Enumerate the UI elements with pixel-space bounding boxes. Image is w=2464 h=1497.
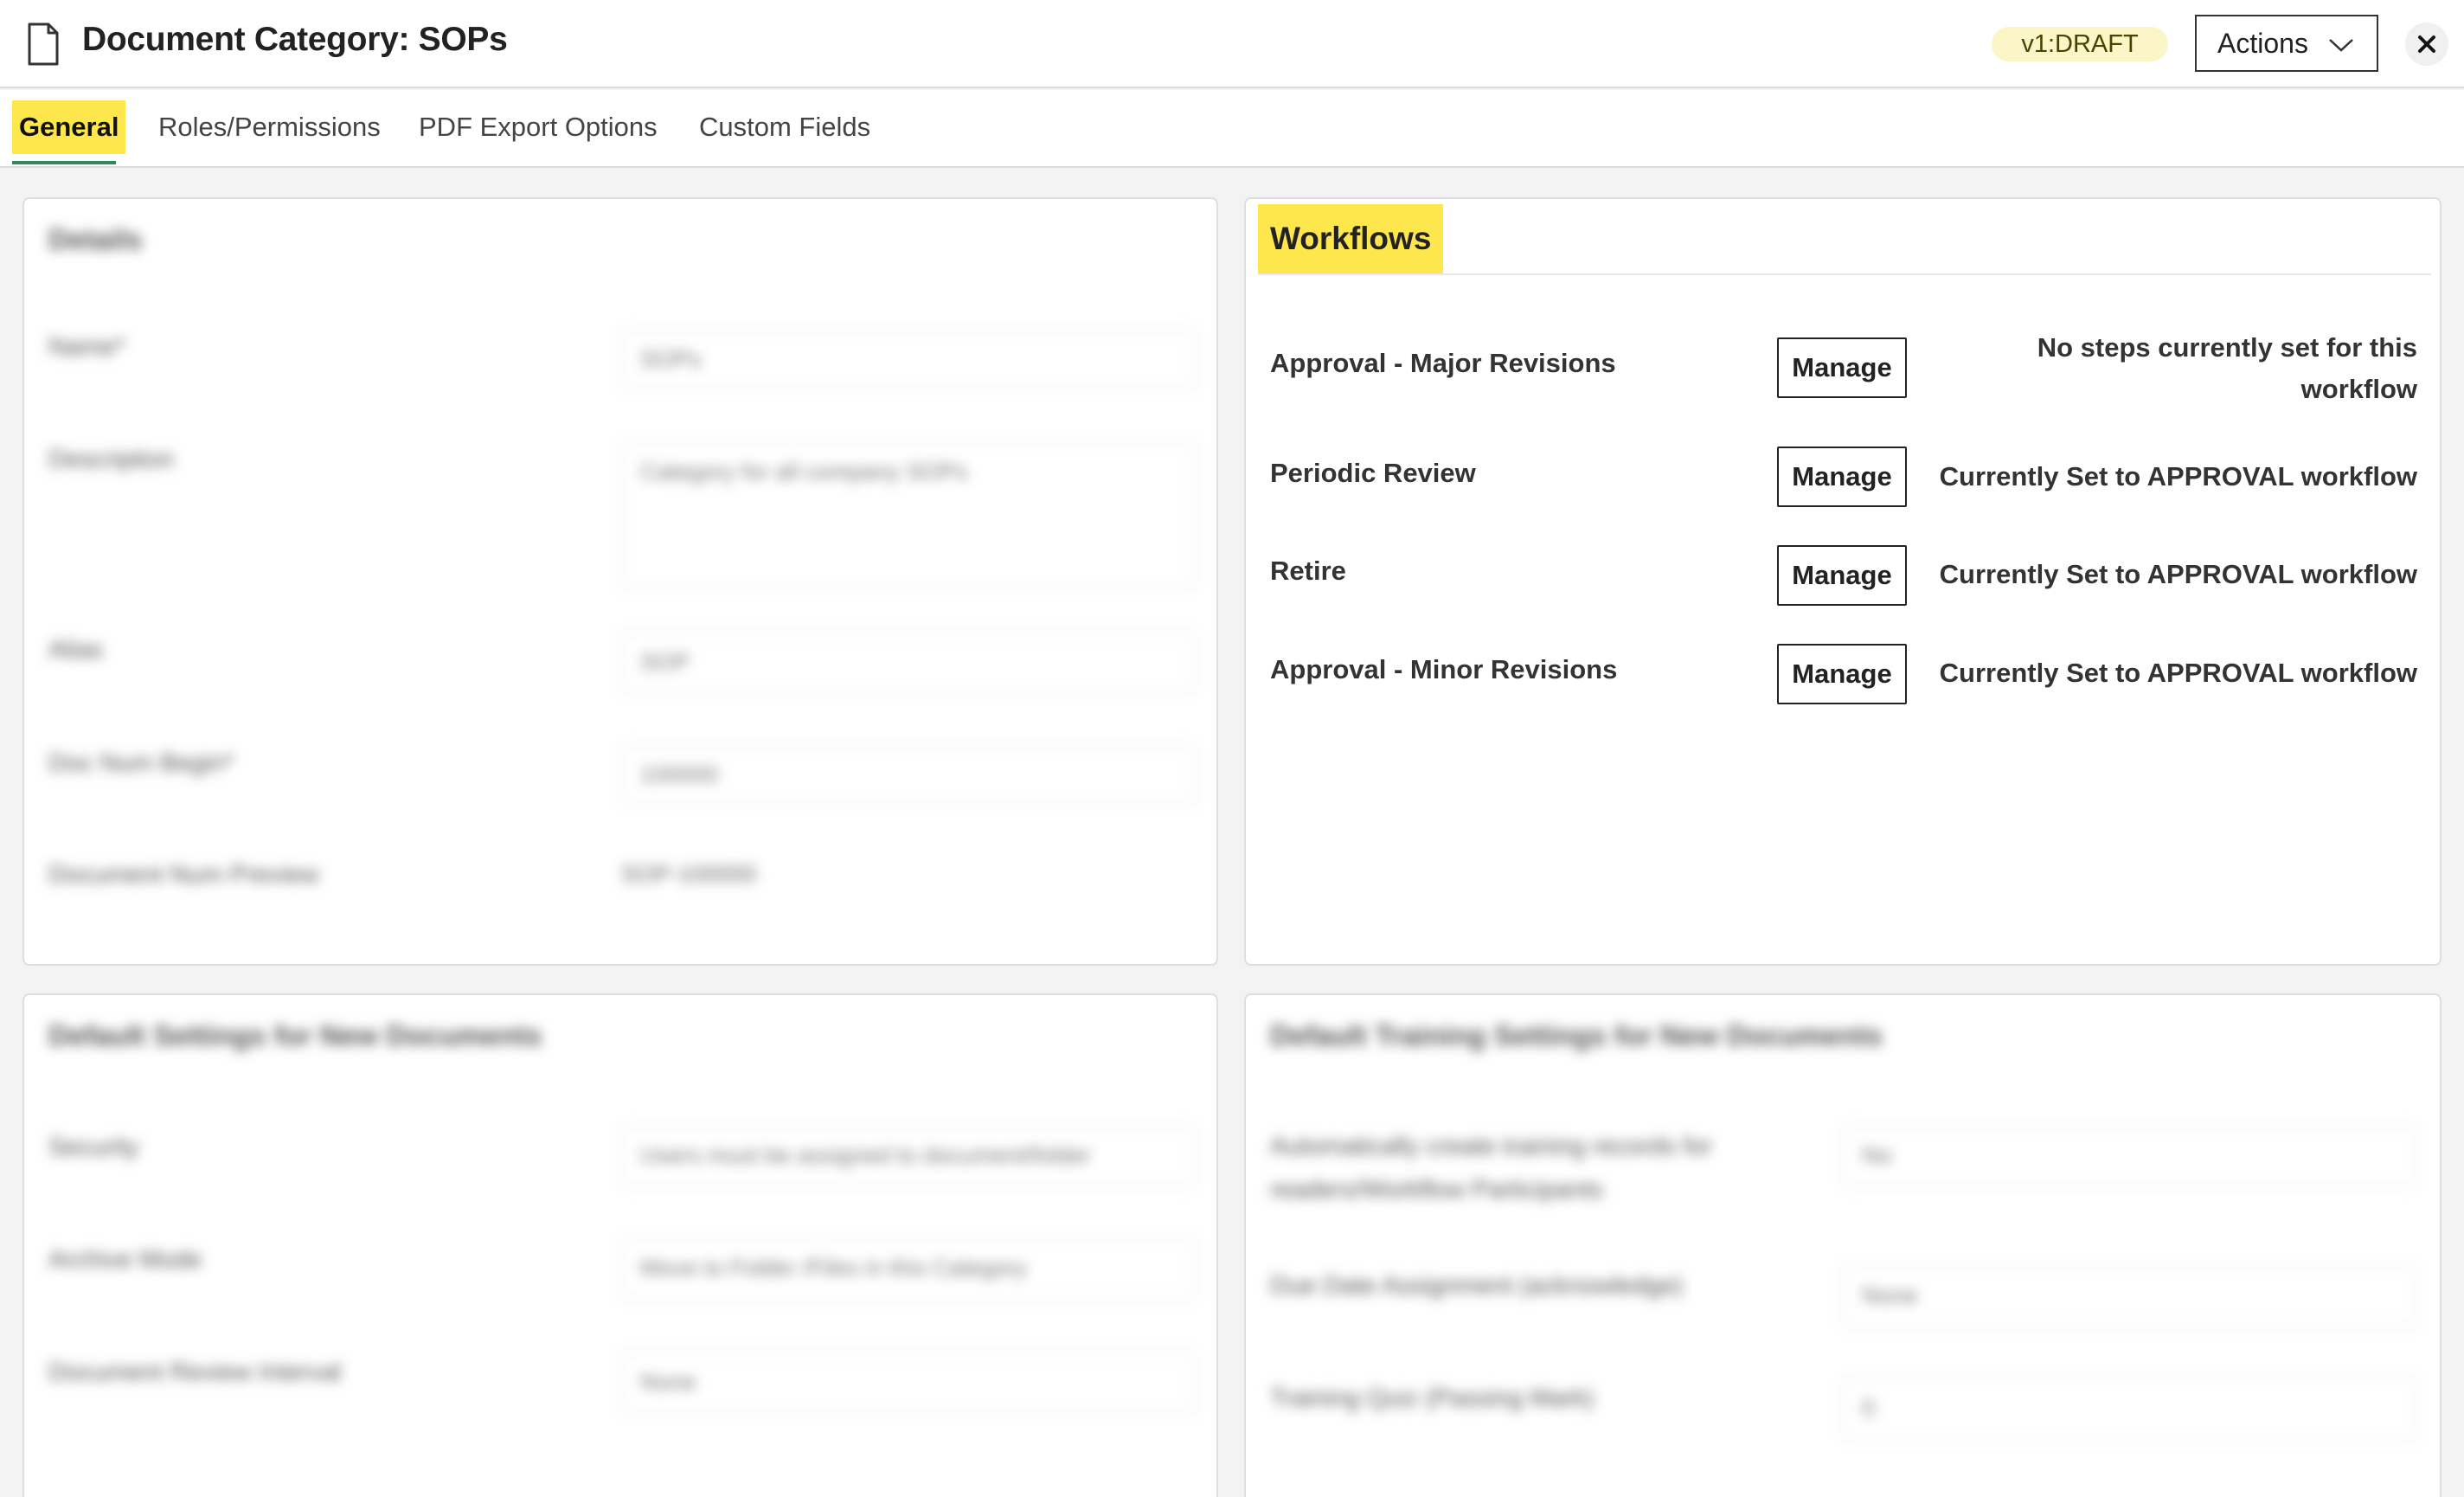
workflow-name: Periodic Review <box>1270 458 1476 488</box>
doc-num-preview: SOP-100000 <box>621 861 757 887</box>
training-settings-title: Default Training Settings for New Docume… <box>1270 1019 1883 1051</box>
workflows-title: Workflows <box>1258 204 1444 273</box>
field-label: Document Num Preview <box>48 861 319 889</box>
workflow-status: Currently Set to APPROVAL workflow <box>1939 559 2417 589</box>
field-label: Alias <box>48 636 103 664</box>
tab-bar: General Roles/Permissions PDF Export Opt… <box>0 90 2464 168</box>
manage-retire-button[interactable]: Manage <box>1777 545 1907 606</box>
actions-label: Actions <box>2217 27 2308 59</box>
details-panel: Details Name* SOPs Description Category … <box>22 197 1218 966</box>
field-label: Description <box>48 446 175 473</box>
tab-pdf-export-options[interactable]: PDF Export Options <box>419 100 658 154</box>
default-settings-panel: Default Settings for New Documents Secur… <box>22 993 1218 1497</box>
field-label: Security <box>48 1134 139 1161</box>
workflows-panel: Workflows Approval - Major Revisions Man… <box>1244 197 2442 966</box>
manage-major-revisions-button[interactable]: Manage <box>1777 337 1907 398</box>
workflow-status: Currently Set to APPROVAL workflow <box>1939 461 2417 492</box>
chevron-down-icon <box>2329 39 2353 52</box>
tab-roles-permissions[interactable]: Roles/Permissions <box>158 100 381 154</box>
field-label: Document Review Interval <box>48 1359 342 1386</box>
actions-button[interactable]: Actions <box>2195 15 2378 72</box>
workflow-status: No steps currently set for this workflow <box>2037 332 2417 404</box>
doc-num-begin-input[interactable]: 100000 <box>621 744 1196 805</box>
auto-training-select[interactable]: No <box>1843 1125 2417 1187</box>
training-quiz-input[interactable]: 0 <box>1843 1378 2417 1440</box>
close-icon <box>2418 35 2435 53</box>
page-header: Document Category: SOPs v1:DRAFT Actions <box>0 0 2464 88</box>
security-select[interactable]: Users must be assigned to document/folde… <box>621 1125 1196 1187</box>
review-interval-select[interactable]: None <box>621 1352 1196 1414</box>
page-title: Document Category: SOPs <box>82 21 508 58</box>
field-label: Training Quiz (Passing Mark) <box>1270 1385 1595 1412</box>
field-label: Automatically create training records fo… <box>1270 1133 1712 1204</box>
field-label: Doc Num Begin* <box>48 749 234 777</box>
workflow-status: Currently Set to APPROVAL workflow <box>1939 658 2417 688</box>
alias-input[interactable]: SOP <box>621 632 1196 692</box>
active-tab-indicator <box>12 161 116 164</box>
details-title: Details <box>48 223 143 255</box>
description-textarea[interactable]: Category for all company SOPs <box>621 441 1196 588</box>
workflows-divider <box>1258 273 2431 275</box>
field-label: Due Date Assignment (acknowledge) <box>1270 1272 1684 1300</box>
tab-custom-fields[interactable]: Custom Fields <box>699 100 870 154</box>
field-label: Name* <box>48 333 125 361</box>
tab-general[interactable]: General <box>12 100 126 154</box>
workflow-name: Retire <box>1270 556 1346 586</box>
workflow-name: Approval - Minor Revisions <box>1270 654 1618 684</box>
manage-minor-revisions-button[interactable]: Manage <box>1777 644 1907 704</box>
version-badge: v1:DRAFT <box>1992 27 2168 61</box>
default-settings-title: Default Settings for New Documents <box>48 1019 542 1051</box>
training-settings-panel: Default Training Settings for New Docume… <box>1244 993 2442 1497</box>
archive-mode-select[interactable]: Move to Folder /Files in this Category <box>621 1237 1196 1300</box>
close-button[interactable] <box>2405 22 2448 66</box>
field-label: Archive Mode <box>48 1246 202 1274</box>
document-icon <box>28 22 59 66</box>
workflow-name: Approval - Major Revisions <box>1270 348 1616 378</box>
manage-periodic-review-button[interactable]: Manage <box>1777 447 1907 507</box>
due-date-select[interactable]: None <box>1843 1265 2417 1327</box>
name-input[interactable]: SOPs <box>621 329 1196 389</box>
